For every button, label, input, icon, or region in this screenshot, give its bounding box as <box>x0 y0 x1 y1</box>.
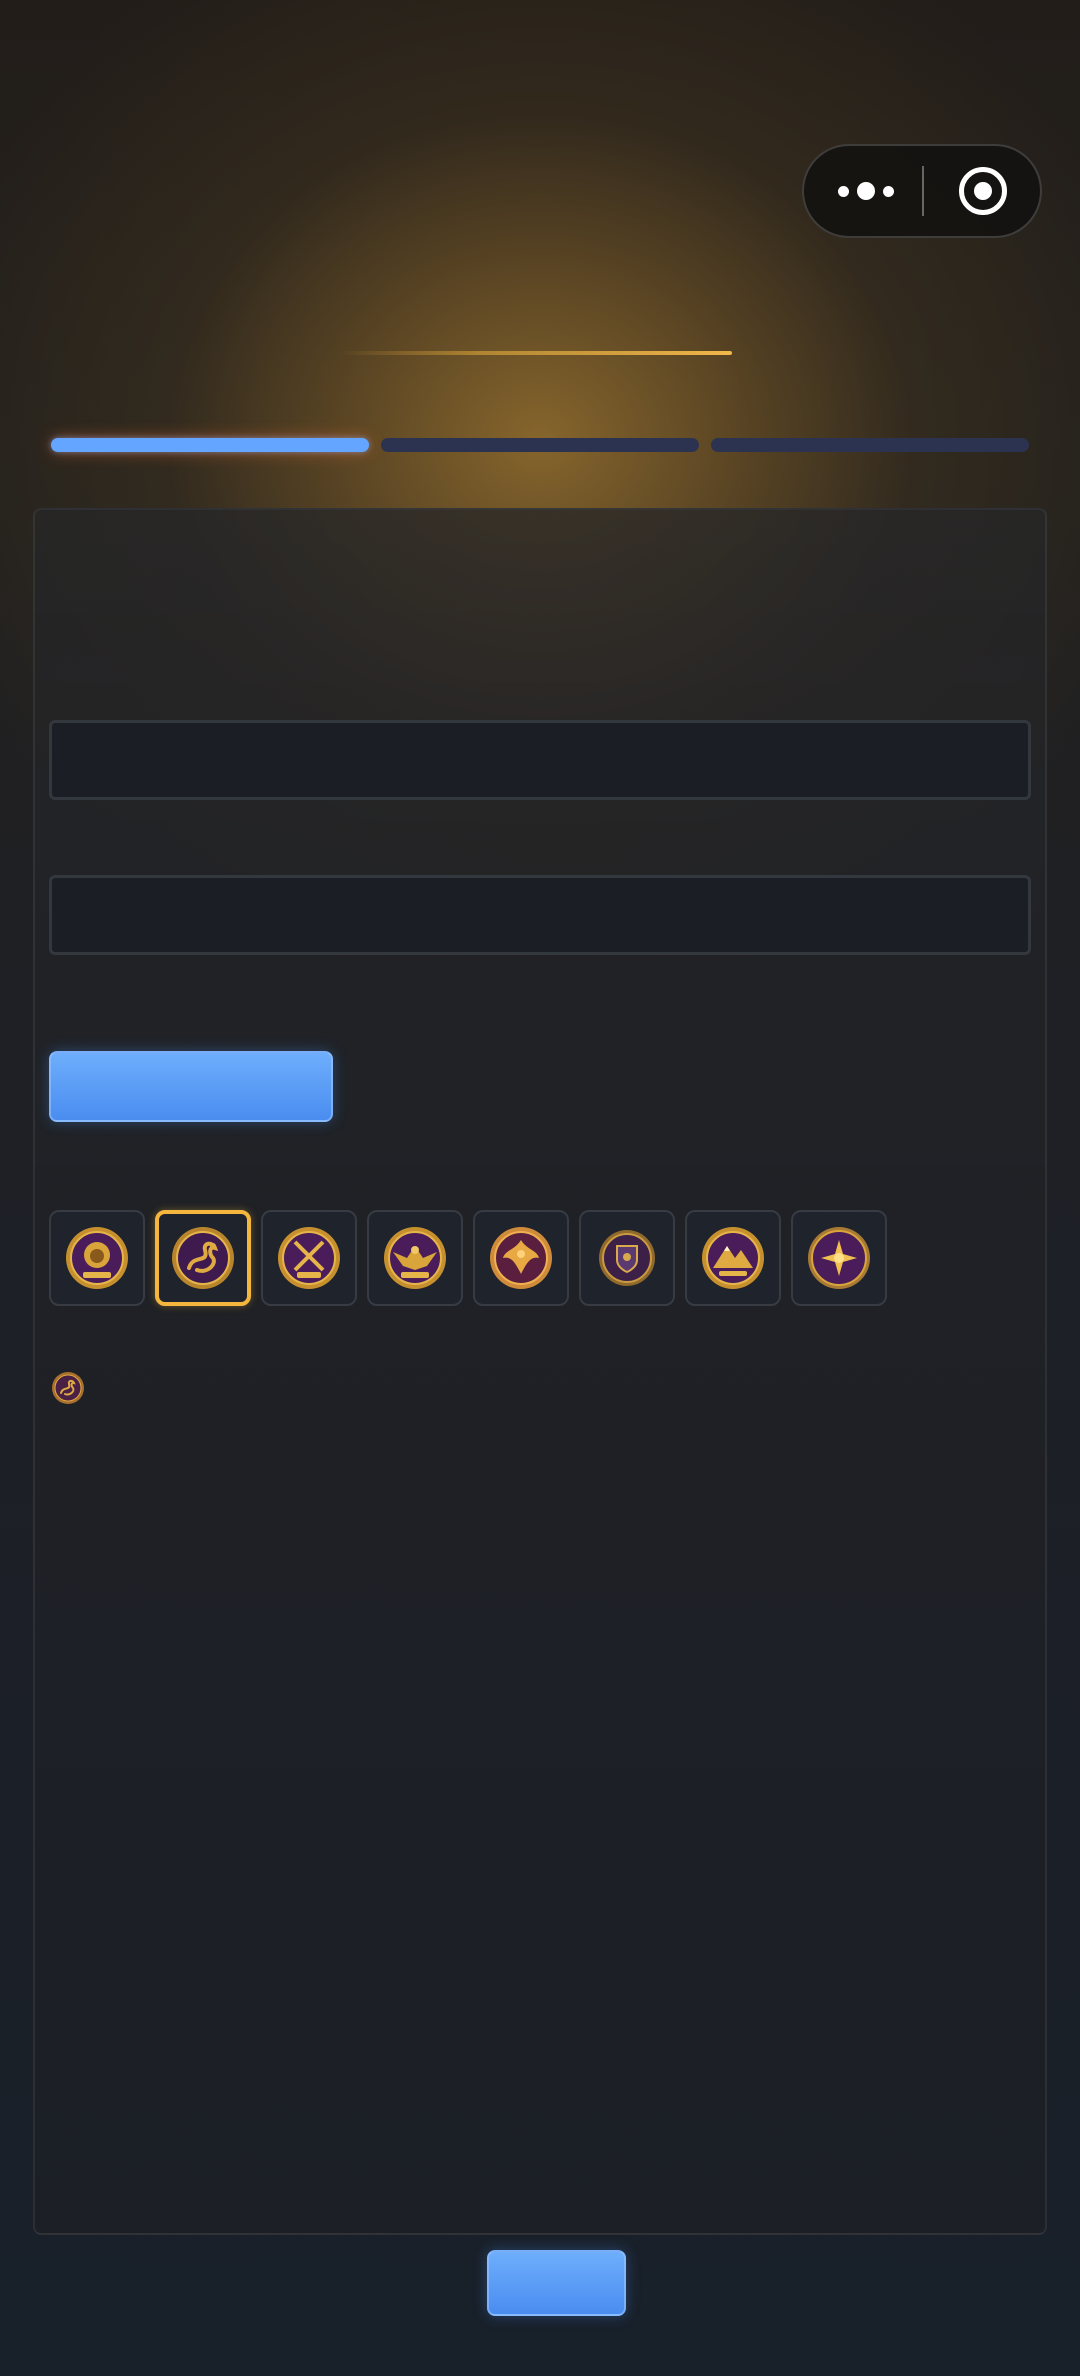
emblem-option-phoenix[interactable] <box>473 1210 569 1306</box>
step-progress <box>51 438 1029 452</box>
lion-emblem-icon <box>66 1227 128 1289</box>
title-accent-line <box>340 351 732 355</box>
emblem-option-eagle[interactable] <box>367 1210 463 1306</box>
step-2 <box>381 438 699 452</box>
emblem-option-mountain[interactable] <box>685 1210 781 1306</box>
emblem-option-swords[interactable] <box>261 1210 357 1306</box>
emblem-option-shield[interactable] <box>579 1210 675 1306</box>
step-1 <box>51 438 369 452</box>
mini-program-capsule <box>802 144 1042 238</box>
action-button[interactable] <box>49 1051 333 1122</box>
submit-button[interactable] <box>487 2250 626 2316</box>
name-input[interactable] <box>49 720 1031 800</box>
target-circle-icon[interactable] <box>959 167 1007 215</box>
selected-emblem-preview <box>52 1372 84 1404</box>
emblem-picker <box>49 1210 897 1308</box>
crossed-swords-emblem-icon <box>278 1227 340 1289</box>
shield-emblem-icon <box>599 1230 655 1286</box>
more-dots-icon[interactable] <box>838 146 894 236</box>
phoenix-emblem-icon <box>490 1227 552 1289</box>
eagle-emblem-icon <box>384 1227 446 1289</box>
capsule-divider <box>922 166 924 216</box>
step-3 <box>711 438 1029 452</box>
description-input[interactable] <box>49 875 1031 955</box>
dragon-emblem-icon <box>172 1227 234 1289</box>
mountain-emblem-icon <box>702 1227 764 1289</box>
emblem-option-lion[interactable] <box>49 1210 145 1306</box>
star-emblem-icon <box>808 1227 870 1289</box>
emblem-option-star[interactable] <box>791 1210 887 1306</box>
emblem-option-dragon[interactable] <box>155 1210 251 1306</box>
